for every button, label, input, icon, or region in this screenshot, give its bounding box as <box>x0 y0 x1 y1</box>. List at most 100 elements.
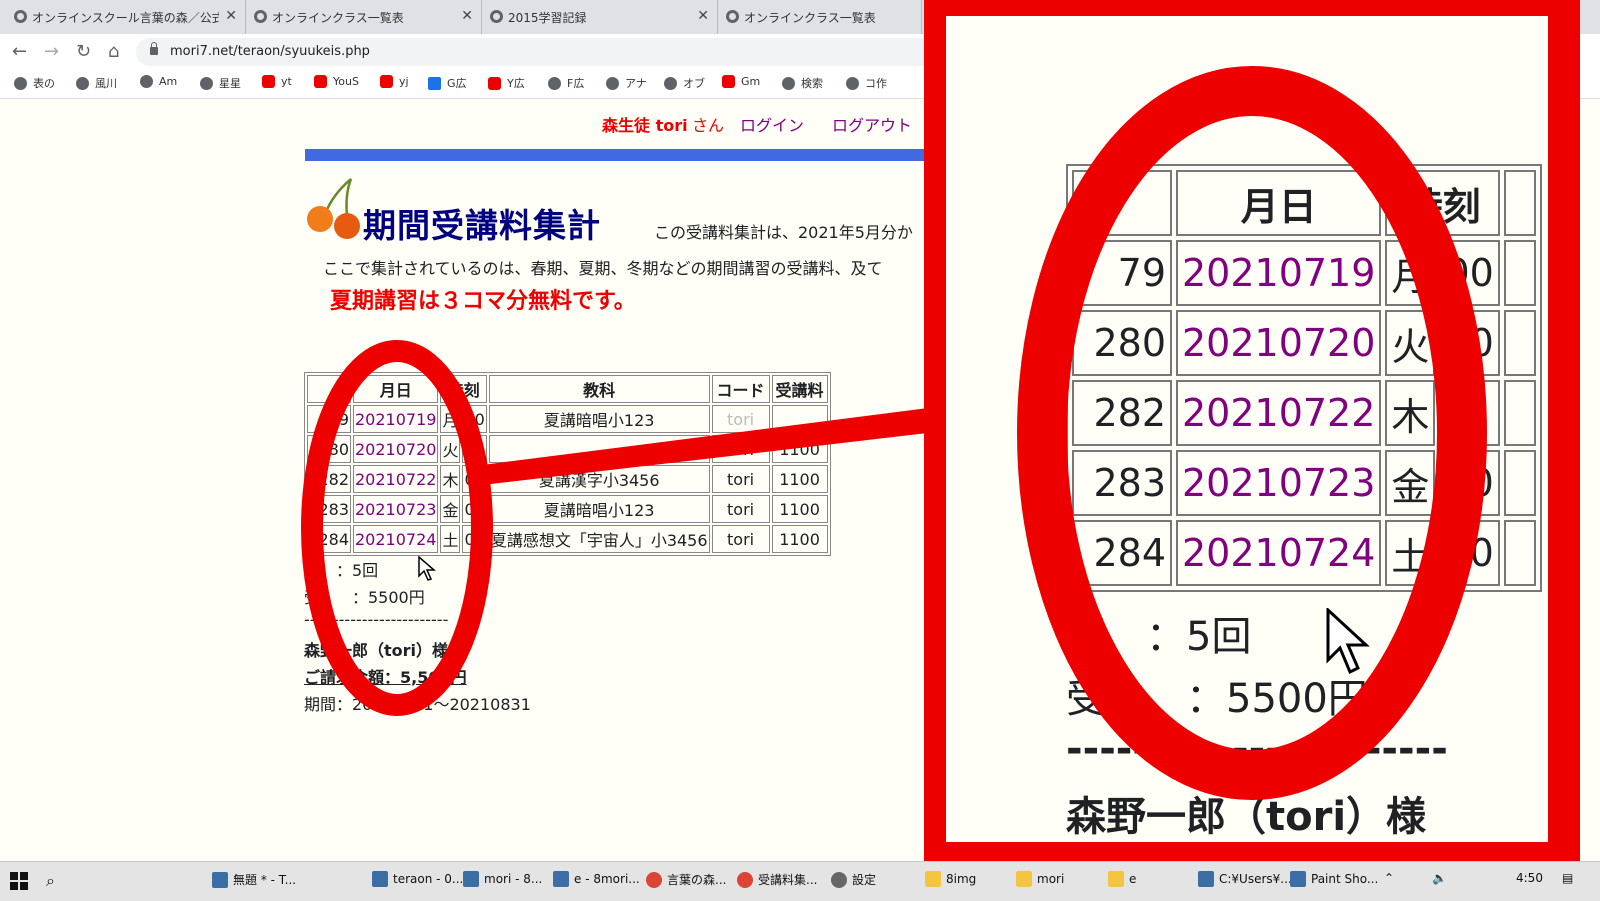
bookmark-item[interactable]: yt <box>262 75 292 88</box>
table-row: 280 20210720 火 00 <box>1072 310 1536 376</box>
url-text: mori7.net/teraon/syuukeis.php <box>170 44 370 59</box>
youtube-icon <box>380 75 393 88</box>
browser-tab-4[interactable]: オンラインクラス一覧表 <box>722 0 922 34</box>
gear-icon <box>831 871 847 888</box>
folder-icon <box>1108 871 1124 887</box>
close-icon[interactable]: ✕ <box>461 8 473 24</box>
ads-icon <box>428 76 441 90</box>
taskbar-item[interactable]: Paint Sho... <box>1290 871 1378 887</box>
youtube-icon <box>314 75 327 88</box>
yahoo-icon <box>488 76 501 90</box>
tray-chevron-icon[interactable]: ⌃ <box>1384 871 1394 885</box>
cherry-icon <box>307 178 360 239</box>
note-text: この受講料集計は、2021年5月分か <box>654 223 913 242</box>
mouse-cursor-icon <box>418 556 437 581</box>
close-icon[interactable]: ✕ <box>225 8 237 24</box>
forward-arrow-icon[interactable]: → <box>44 42 59 62</box>
taskbar-item[interactable]: teraon - 0... <box>372 871 463 887</box>
period-text: 期間：20210701～20210831 <box>304 695 531 714</box>
bookmark-item[interactable]: yj <box>380 75 409 88</box>
globe-icon <box>76 76 89 90</box>
home-icon[interactable]: ⌂ <box>108 42 119 62</box>
app-icon <box>553 871 569 887</box>
amazon-icon <box>140 75 153 88</box>
close-icon[interactable]: ✕ <box>697 8 709 24</box>
taskbar-item[interactable]: mori - 8... <box>463 871 542 887</box>
browser-tab-3[interactable]: 2015学習記録 ✕ <box>486 0 718 34</box>
taskbar-item[interactable]: C:¥Users¥... <box>1198 871 1292 887</box>
globe-icon <box>606 76 619 90</box>
youtube-icon <box>262 75 275 88</box>
windows-start-icon[interactable] <box>10 872 28 890</box>
taskbar-item[interactable]: 受講料集... <box>737 871 817 888</box>
table-header-row: 月日 時刻 <box>1072 170 1536 236</box>
bookmark-item[interactable]: オブ <box>664 75 705 91</box>
taskbar-item[interactable]: 言葉の森... <box>646 871 726 888</box>
zoom-content: 月日 時刻 79 20210719 月 00 280 20210720 火 00… <box>946 16 1548 842</box>
table-row: 284 20210724 土 00 夏講感想文「宇宙人」小3456 tori 1… <box>307 525 828 553</box>
date-link[interactable]: 20210720 <box>353 435 439 463</box>
table-row: 79 20210719 月 00 夏講暗唱小123 tori <box>307 405 828 433</box>
col-header: 月日 <box>353 375 439 403</box>
bookmark-item[interactable]: コ作 <box>846 75 887 91</box>
user-name: 森生徒 tori <box>602 116 688 135</box>
globe-icon <box>846 76 859 90</box>
globe-icon <box>14 10 27 23</box>
bookmark-item[interactable]: Y広 <box>488 75 525 91</box>
bookmark-item[interactable]: 表の <box>14 75 55 91</box>
page-content: 森生徒 tori さん ログイン ログアウト 期間受講料集計 この受講料集計は、… <box>0 99 950 861</box>
taskbar-item[interactable]: e - 8mori... <box>553 871 640 887</box>
bookmark-item[interactable]: Gm <box>722 75 760 88</box>
record-table: 月日 時刻 教科 コード 受講料 79 20210719 月 00 夏講暗唱小1… <box>304 372 831 556</box>
globe-icon <box>200 76 213 90</box>
folder-icon <box>925 871 941 887</box>
bookmark-item[interactable]: G広 <box>428 75 467 91</box>
col-header: 時刻 <box>440 375 487 403</box>
logout-link[interactable]: ログアウト <box>832 112 912 136</box>
reload-icon[interactable]: ↻ <box>76 42 91 62</box>
doc-icon <box>548 76 561 90</box>
bookmark-item[interactable]: 検索 <box>782 75 823 91</box>
table-row: 283 20210723 金 0 夏講暗唱小123 tori 1100 <box>307 495 828 523</box>
date-link[interactable]: 20210722 <box>353 465 439 493</box>
taskbar-item[interactable]: mori <box>1016 871 1064 887</box>
globe-icon <box>254 10 267 23</box>
customer-name: 森野一郎（tori）様 <box>304 641 449 660</box>
bookmark-item[interactable]: 風川 <box>76 75 117 91</box>
bookmark-item[interactable]: F広 <box>548 75 584 91</box>
date-link[interactable]: 20210723 <box>353 495 439 523</box>
taskbar: ⌕ 無題 * - T... teraon - 0... mori - 8... … <box>0 861 1600 901</box>
bookmark-item[interactable]: YouS <box>314 75 359 88</box>
clock[interactable]: 4:50 <box>1516 871 1543 885</box>
explorer-icon <box>1198 871 1214 887</box>
date-link[interactable]: 20210719 <box>353 405 439 433</box>
taskbar-item[interactable]: 無題 * - T... <box>212 871 296 888</box>
taskbar-item[interactable]: e <box>1108 871 1136 887</box>
globe-icon <box>782 76 795 90</box>
notification-icon[interactable]: ▤ <box>1562 871 1573 885</box>
url-field[interactable]: mori7.net/teraon/syuukeis.php <box>136 38 936 66</box>
bill-amount: ご請求金額：5,500円 <box>304 668 467 687</box>
taskbar-item[interactable]: 設定 <box>831 871 876 888</box>
notepad-icon <box>212 871 228 888</box>
header-bar <box>305 149 950 161</box>
table-row: 284 20210724 土 00 <box>1072 520 1536 586</box>
browser-tab-2[interactable]: オンラインクラス一覧表 ✕ <box>250 0 482 34</box>
volume-icon[interactable]: 🔈 <box>1432 871 1447 885</box>
app-icon <box>372 871 388 887</box>
browser-tab-1[interactable]: オンラインスクール言葉の森／公式ホ ✕ <box>10 0 246 34</box>
globe-icon <box>664 76 677 90</box>
table-row: 280 20210720 火 00 tori 1100 <box>307 435 828 463</box>
globe-icon <box>490 10 503 23</box>
taskbar-item[interactable]: 8img <box>925 871 976 887</box>
bookmark-item[interactable]: アナ <box>606 75 647 91</box>
bookmark-item[interactable]: Am <box>140 75 177 88</box>
table-row: 282 20210722 木 0 夏講漢字小3456 tori 1100 <box>307 465 828 493</box>
back-arrow-icon[interactable]: ← <box>12 42 27 62</box>
search-icon[interactable]: ⌕ <box>46 871 55 891</box>
bookmark-item[interactable]: 星星 <box>200 75 241 91</box>
globe-icon <box>726 10 739 23</box>
paint-icon <box>1290 871 1306 887</box>
login-link[interactable]: ログイン <box>740 112 804 136</box>
date-link[interactable]: 20210724 <box>353 525 439 553</box>
